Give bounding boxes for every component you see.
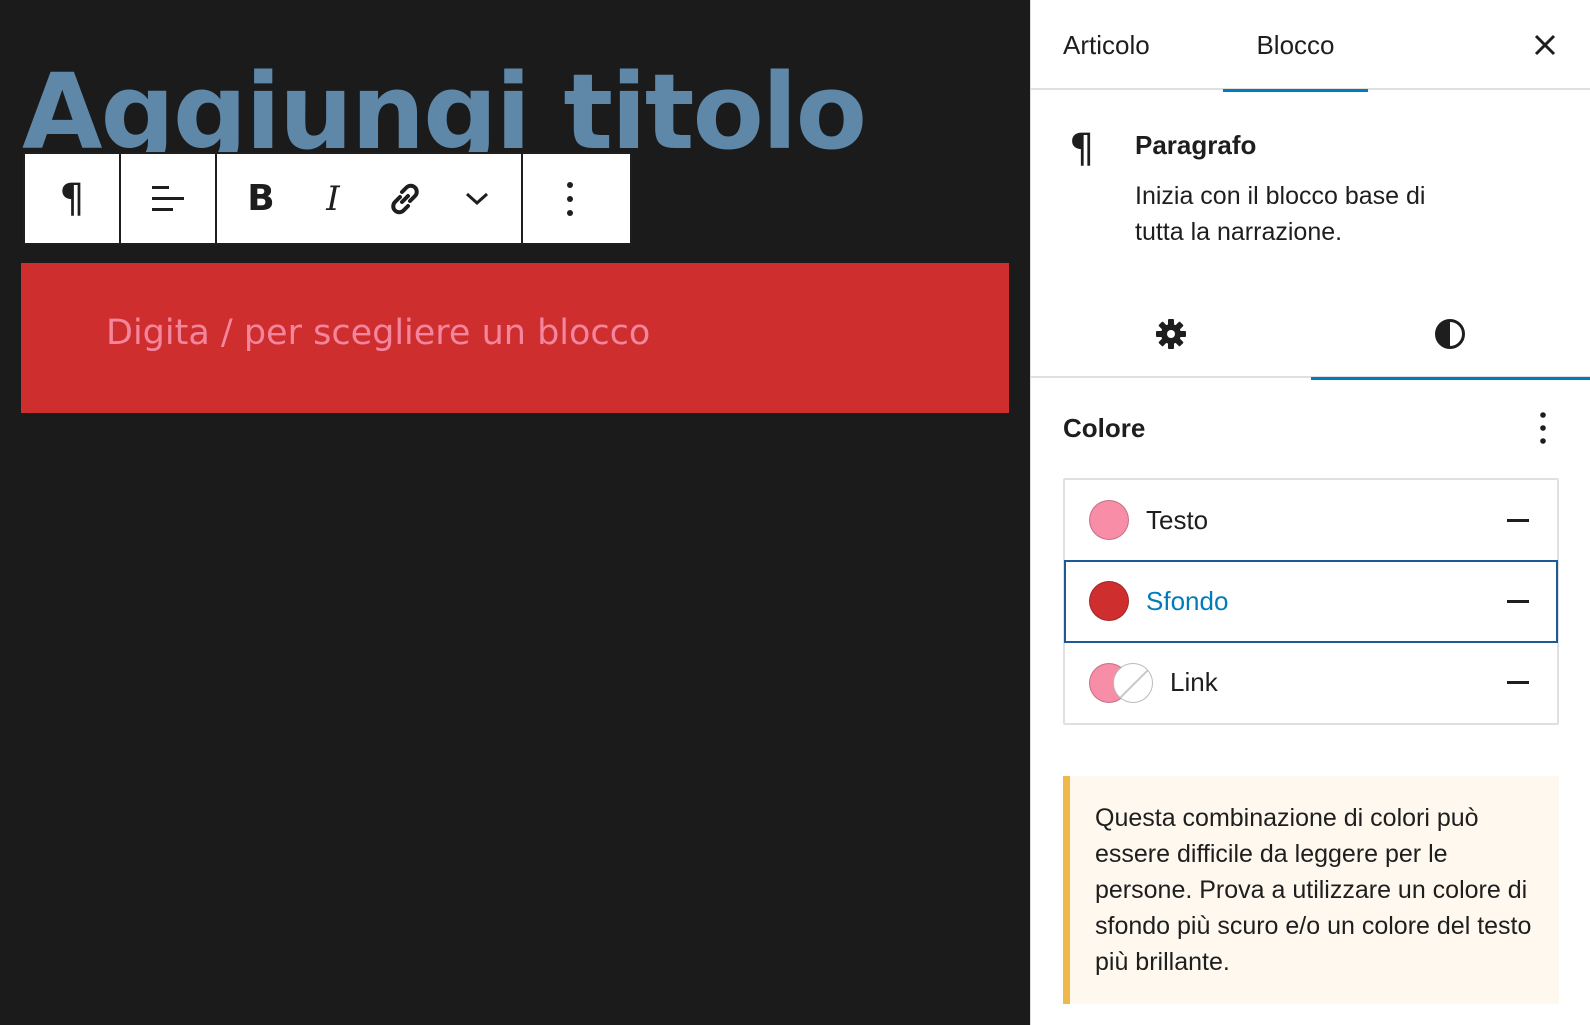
color-item-label: Testo <box>1146 504 1209 535</box>
bold-button[interactable]: B <box>225 154 297 243</box>
pilcrow-icon: ¶ <box>59 175 85 222</box>
background-color-swatch <box>1089 581 1129 621</box>
block-card: ¶ Paragrafo Inizia con il blocco base di… <box>1031 90 1590 290</box>
reset-icon[interactable] <box>1507 681 1529 684</box>
block-card-description: Inizia con il blocco base di tutta la na… <box>1135 182 1426 246</box>
gear-icon <box>1155 319 1186 349</box>
color-panel-header: Colore <box>1063 378 1558 478</box>
block-card-title: Paragrafo <box>1135 130 1257 160</box>
paragraph-block[interactable]: Digita / per scegliere un blocco <box>21 263 1009 413</box>
reset-icon[interactable] <box>1507 600 1529 603</box>
contrast-warning-notice: Questa combinazione di colori può essere… <box>1063 776 1559 1004</box>
tab-settings[interactable] <box>1031 290 1311 378</box>
more-vertical-icon <box>567 181 573 216</box>
paragraph-icon: ¶ <box>1069 126 1095 172</box>
editor-canvas: Aggiungi titolo ¶ B I Digita / per scegl… <box>0 0 1030 1025</box>
more-vertical-icon <box>1540 412 1546 444</box>
color-options-button[interactable] <box>1528 408 1558 448</box>
align-button[interactable] <box>121 154 215 243</box>
more-formats-button[interactable] <box>441 154 513 243</box>
link-icon <box>391 183 419 214</box>
italic-button[interactable]: I <box>297 154 369 243</box>
bold-label: B <box>247 178 275 219</box>
toolbar-group-format: B I <box>217 154 523 243</box>
sidebar-tabs: Articolo Blocco <box>1031 0 1590 92</box>
settings-sidebar: Articolo Blocco ¶ Paragrafo Inizia con i… <box>1030 0 1590 1025</box>
color-panel: Colore Testo Sfondo Link <box>1031 378 1590 725</box>
close-icon <box>1534 34 1556 56</box>
block-type-button[interactable]: ¶ <box>25 154 119 243</box>
toolbar-group-block: ¶ <box>25 154 121 243</box>
reset-icon[interactable] <box>1507 519 1529 522</box>
post-title-input[interactable]: Aggiungi titolo <box>22 52 865 162</box>
align-left-icon <box>152 185 184 211</box>
block-toolbar: ¶ B I <box>23 152 632 245</box>
paragraph-placeholder: Digita / per scegliere un blocco <box>106 313 651 353</box>
color-panel-title: Colore <box>1063 412 1146 443</box>
tab-articolo[interactable]: Articolo <box>1063 0 1223 90</box>
contrast-icon <box>1435 319 1466 349</box>
block-inspector-tabs <box>1031 290 1590 380</box>
toolbar-group-align <box>121 154 217 243</box>
color-item-label: Sfondo <box>1146 585 1229 616</box>
tab-styles[interactable] <box>1310 290 1590 380</box>
color-list: Testo Sfondo Link <box>1063 478 1559 725</box>
color-item-text[interactable]: Testo <box>1065 480 1557 561</box>
color-item-background[interactable]: Sfondo <box>1064 560 1558 643</box>
link-color-swatch <box>1089 662 1153 703</box>
text-color-swatch <box>1089 500 1129 540</box>
color-item-label: Link <box>1170 667 1218 697</box>
toolbar-group-options <box>523 154 617 243</box>
link-hover-swatch <box>1113 662 1153 703</box>
chevron-down-icon <box>465 192 489 205</box>
tab-blocco[interactable]: Blocco <box>1223 0 1368 92</box>
italic-label: I <box>326 178 340 219</box>
color-item-link[interactable]: Link <box>1065 642 1557 723</box>
block-options-button[interactable] <box>523 154 617 243</box>
link-button[interactable] <box>369 154 441 243</box>
close-sidebar-button[interactable] <box>1524 24 1566 66</box>
